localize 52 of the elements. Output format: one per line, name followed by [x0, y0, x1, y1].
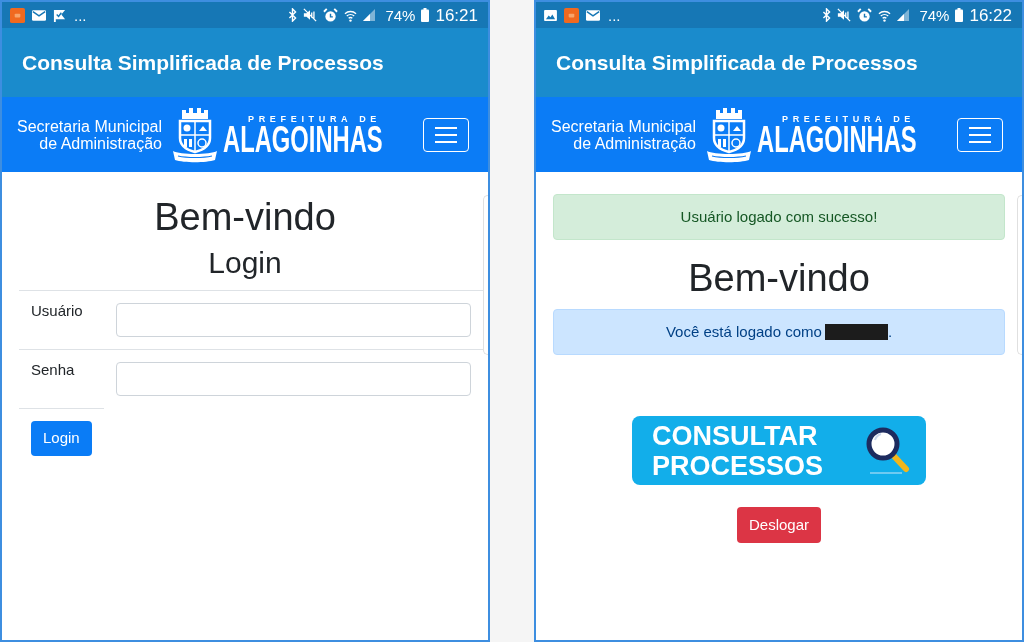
- wifi-icon: [344, 8, 358, 22]
- crest-icon: [706, 106, 752, 163]
- input-field[interactable]: [116, 303, 471, 337]
- logo-caption: PREFEITURA DE: [248, 114, 381, 125]
- app-notification-icon: [564, 7, 579, 23]
- signal-icon: [897, 9, 910, 21]
- alarm-icon: [323, 7, 339, 23]
- more-notifications-text: ...: [74, 7, 87, 23]
- field-label: Senha: [30, 360, 76, 380]
- logout-button[interactable]: Deslogar: [737, 507, 821, 543]
- app-title: Consulta Simplificada de Processos: [22, 49, 384, 76]
- signal-icon: [363, 9, 376, 21]
- clock-time: 16:21: [435, 6, 478, 24]
- logo-wordmark: ALAGOINHAS: [757, 125, 917, 155]
- menu-button[interactable]: [423, 117, 469, 152]
- app-title: Consulta Simplificada de Processos: [556, 49, 918, 76]
- field-label: Usuário: [30, 301, 84, 321]
- battery-percent: 74%: [919, 7, 950, 23]
- flag-icon: [53, 8, 66, 22]
- mail-icon: [32, 9, 46, 21]
- app-notification-icon: [10, 7, 25, 23]
- mail-icon: [586, 9, 600, 21]
- consult-processes-button[interactable]: CONSULTAR PROCESSOS: [632, 416, 926, 485]
- department-name: Secretaria Municipal de Administração: [550, 117, 696, 152]
- bluetooth-icon: [822, 8, 832, 22]
- mute-icon: [837, 8, 852, 22]
- image-icon: [544, 9, 557, 21]
- battery-percent: 74%: [385, 7, 416, 23]
- wifi-icon: [878, 8, 892, 22]
- login-button[interactable]: Login: [31, 421, 92, 456]
- alert-punctuation: .: [887, 321, 893, 342]
- alarm-icon: [857, 7, 873, 23]
- menu-button[interactable]: [957, 117, 1003, 152]
- alert-message: Usuário logado com sucesso!: [680, 206, 878, 227]
- clock-time: 16:22: [969, 6, 1012, 24]
- battery-icon: [955, 8, 964, 22]
- search-icon: [864, 425, 912, 476]
- battery-icon: [421, 8, 430, 22]
- alert-message: Você está logado como: [665, 321, 822, 342]
- welcome-heading: Bem-vindo: [687, 256, 871, 301]
- logo-caption: PREFEITURA DE: [782, 114, 915, 125]
- more-notifications-text: ...: [608, 7, 621, 23]
- menu-icon: [434, 125, 458, 144]
- input-field[interactable]: [116, 362, 471, 396]
- logo-wordmark: ALAGOINHAS: [223, 125, 383, 155]
- menu-icon: [968, 125, 992, 144]
- bluetooth-icon: [288, 8, 298, 22]
- department-name: Secretaria Municipal de Administração: [16, 117, 162, 152]
- mute-icon: [303, 8, 318, 22]
- welcome-heading: Bem-vindo: [153, 195, 337, 240]
- login-heading: Login: [207, 245, 283, 281]
- crest-icon: [172, 106, 218, 163]
